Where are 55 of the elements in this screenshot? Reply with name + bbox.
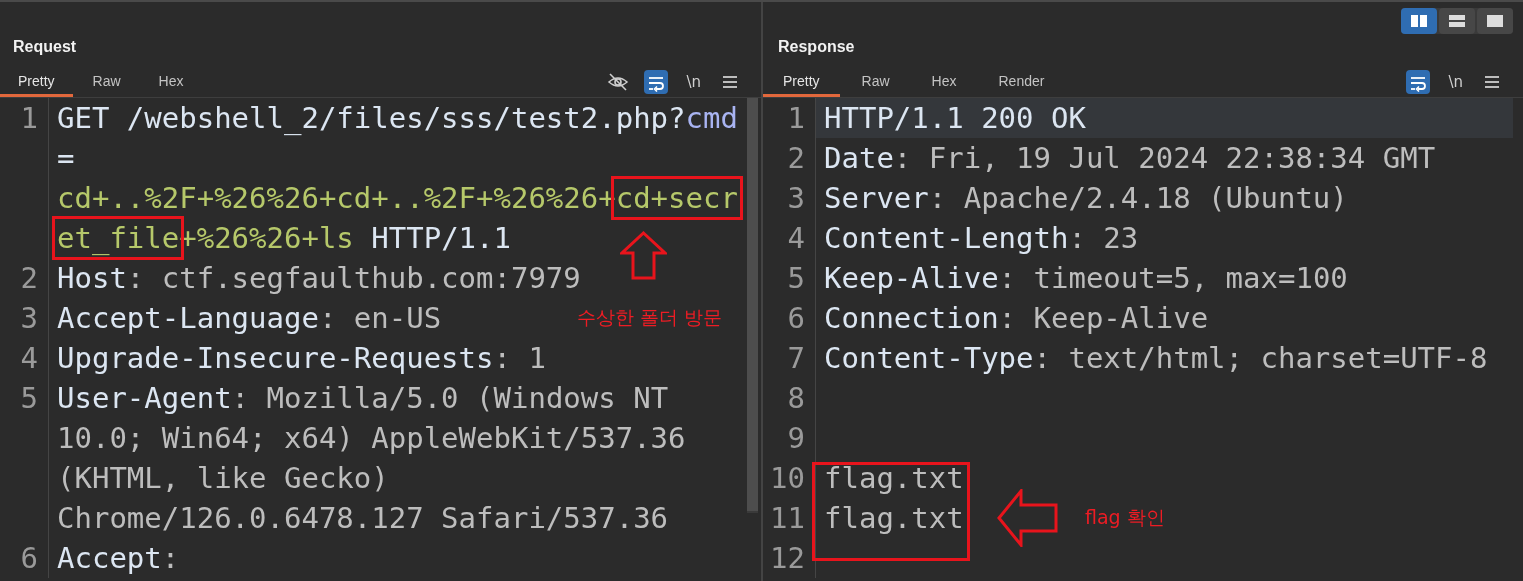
callout-arrow <box>997 489 1058 547</box>
two-columns-icon <box>1411 15 1427 27</box>
line-number: 9 <box>763 418 816 458</box>
tab[interactable]: Raw <box>74 67 139 97</box>
code-line: Host: ctf.segfaulthub.com:7979 <box>56 260 582 297</box>
line-number: 3 <box>763 178 816 218</box>
line-number: 6 <box>763 298 816 338</box>
eye-slash-icon <box>607 72 630 92</box>
code-line: HTTP/1.1 200 OK <box>823 100 1087 137</box>
two-rows-layout-button[interactable] <box>1439 8 1475 34</box>
tab[interactable]: Render <box>978 67 1065 97</box>
line-number: 4 <box>763 218 816 258</box>
line-number: 4 <box>0 338 49 378</box>
line-number: 7 <box>763 338 816 378</box>
tab[interactable]: Raw <box>841 67 910 97</box>
tab[interactable]: Hex <box>140 67 202 97</box>
line-number: 6 <box>0 538 49 578</box>
single-panel-layout-button[interactable] <box>1477 8 1513 34</box>
panel-title: Response <box>777 37 855 57</box>
code-line: Accept: <box>56 540 181 577</box>
two-columns-layout-button[interactable] <box>1401 8 1437 34</box>
line-number: 8 <box>763 378 816 418</box>
code-line: flag.txt <box>823 460 965 497</box>
line-number: 5 <box>763 258 816 298</box>
line-number: 3 <box>0 298 49 338</box>
annotation-text: flag 확인 <box>1085 505 1165 530</box>
wrap-lines-button[interactable] <box>644 70 669 94</box>
panel-title: Request <box>12 37 77 57</box>
code-line: flag.txt <box>823 500 965 537</box>
newline-toggle[interactable]: \n <box>682 70 705 94</box>
scrollbar[interactable] <box>747 98 758 513</box>
tab[interactable]: Hex <box>911 67 977 97</box>
line-number: 12 <box>763 538 816 578</box>
code-line: Date: Fri, 19 Jul 2024 22:38:34 GMT <box>823 140 1437 177</box>
newline-toggle[interactable]: \n <box>1444 70 1467 94</box>
code-line: Upgrade-Insecure-Requests: 1 <box>56 340 547 377</box>
wrap-lines-button[interactable] <box>1406 70 1431 94</box>
line-number: 11 <box>763 498 816 538</box>
code-line: Connection: Keep-Alive <box>823 300 1210 337</box>
single-panel-icon <box>1487 15 1503 27</box>
tab[interactable]: Pretty <box>0 67 73 97</box>
annotation-text: 수상한 폴더 방문 <box>577 305 723 330</box>
line-number: 10 <box>763 458 816 498</box>
two-rows-icon <box>1449 15 1465 27</box>
code-line: User-Agent: Mozilla/5.0 (Windows NT 10.0; Win64; x64) AppleWebKit/537.36 (KHTML, like Gecko) Chrome/126.0.6478.127 Safari/537.36 <box>56 380 687 537</box>
line-number: 2 <box>0 258 49 298</box>
code-line: Content-Type: text/html; charset=UTF-8 <box>823 340 1489 377</box>
line-number: 2 <box>763 138 816 178</box>
line-number: 5 <box>0 378 49 538</box>
line-number: 1 <box>0 98 49 258</box>
callout-arrow <box>620 231 667 280</box>
code-line: Content-Length: 23 <box>823 220 1140 257</box>
code-line: Keep-Alive: timeout=5, max=100 <box>823 260 1349 297</box>
code-line: Accept-Language: en-US <box>56 300 443 337</box>
code-line: Server: Apache/2.4.18 (Ubuntu) <box>823 180 1349 217</box>
